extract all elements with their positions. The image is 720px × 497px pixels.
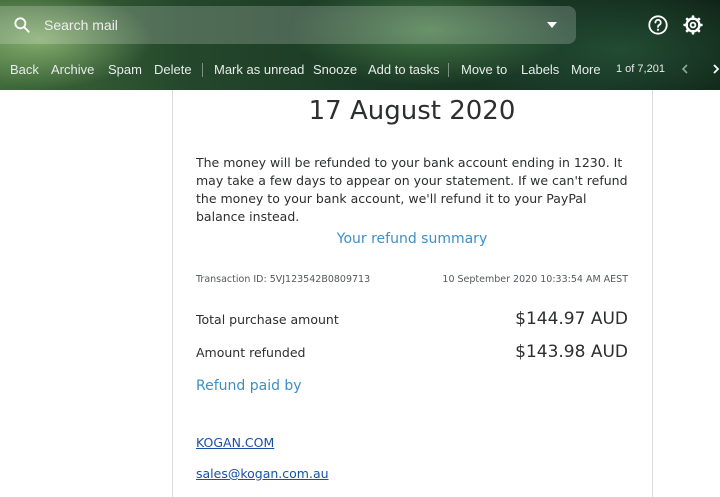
add-to-tasks-button[interactable]: Add to tasks	[368, 62, 440, 77]
toolbar-divider	[202, 63, 203, 77]
merchant-email-link[interactable]: sales@kogan.com.au	[196, 466, 329, 481]
spam-button[interactable]: Spam	[108, 62, 142, 77]
delete-button[interactable]: Delete	[154, 62, 192, 77]
total-purchase-label: Total purchase amount	[196, 312, 339, 327]
more-button[interactable]: More	[571, 62, 601, 77]
labels-button[interactable]: Labels	[521, 62, 559, 77]
toolbar-divider	[448, 63, 449, 77]
move-to-button[interactable]: Move to	[461, 62, 507, 77]
chevron-left-icon[interactable]	[678, 62, 692, 76]
refund-message: The money will be refunded to your bank …	[196, 155, 628, 224]
search-input[interactable]	[44, 15, 524, 35]
snooze-button[interactable]: Snooze	[313, 62, 357, 77]
total-purchase-value: $144.97 AUD	[515, 309, 628, 329]
gear-icon[interactable]	[682, 14, 704, 36]
amount-refunded-value: $143.98 AUD	[515, 342, 628, 362]
message-count: 1 of 7,201	[616, 63, 665, 75]
help-icon[interactable]	[647, 14, 669, 36]
chevron-right-icon[interactable]	[709, 62, 720, 76]
archive-button[interactable]: Archive	[51, 62, 94, 77]
search-options-icon[interactable]	[544, 19, 560, 31]
merchant-name-link[interactable]: KOGAN.COM	[196, 435, 274, 450]
refund-date-heading: 17 August 2020	[308, 96, 516, 126]
transaction-date: 10 September 2020 10:33:54 AM AEST	[442, 274, 628, 285]
amount-refunded-label: Amount refunded	[196, 345, 306, 360]
gmail-header: Back Archive Spam Delete Mark as unread …	[0, 0, 720, 90]
email-toolbar: Back Archive Spam Delete Mark as unread …	[0, 56, 720, 84]
mark-unread-button[interactable]: Mark as unread	[214, 62, 304, 77]
refund-summary-title: Your refund summary	[336, 231, 488, 247]
search-icon[interactable]	[12, 15, 32, 35]
back-button[interactable]: Back	[10, 62, 39, 77]
refund-paid-by-heading: Refund paid by	[196, 378, 302, 394]
search-bar[interactable]	[0, 6, 576, 44]
transaction-id: Transaction ID: 5VJ123542B0809713	[196, 274, 371, 285]
